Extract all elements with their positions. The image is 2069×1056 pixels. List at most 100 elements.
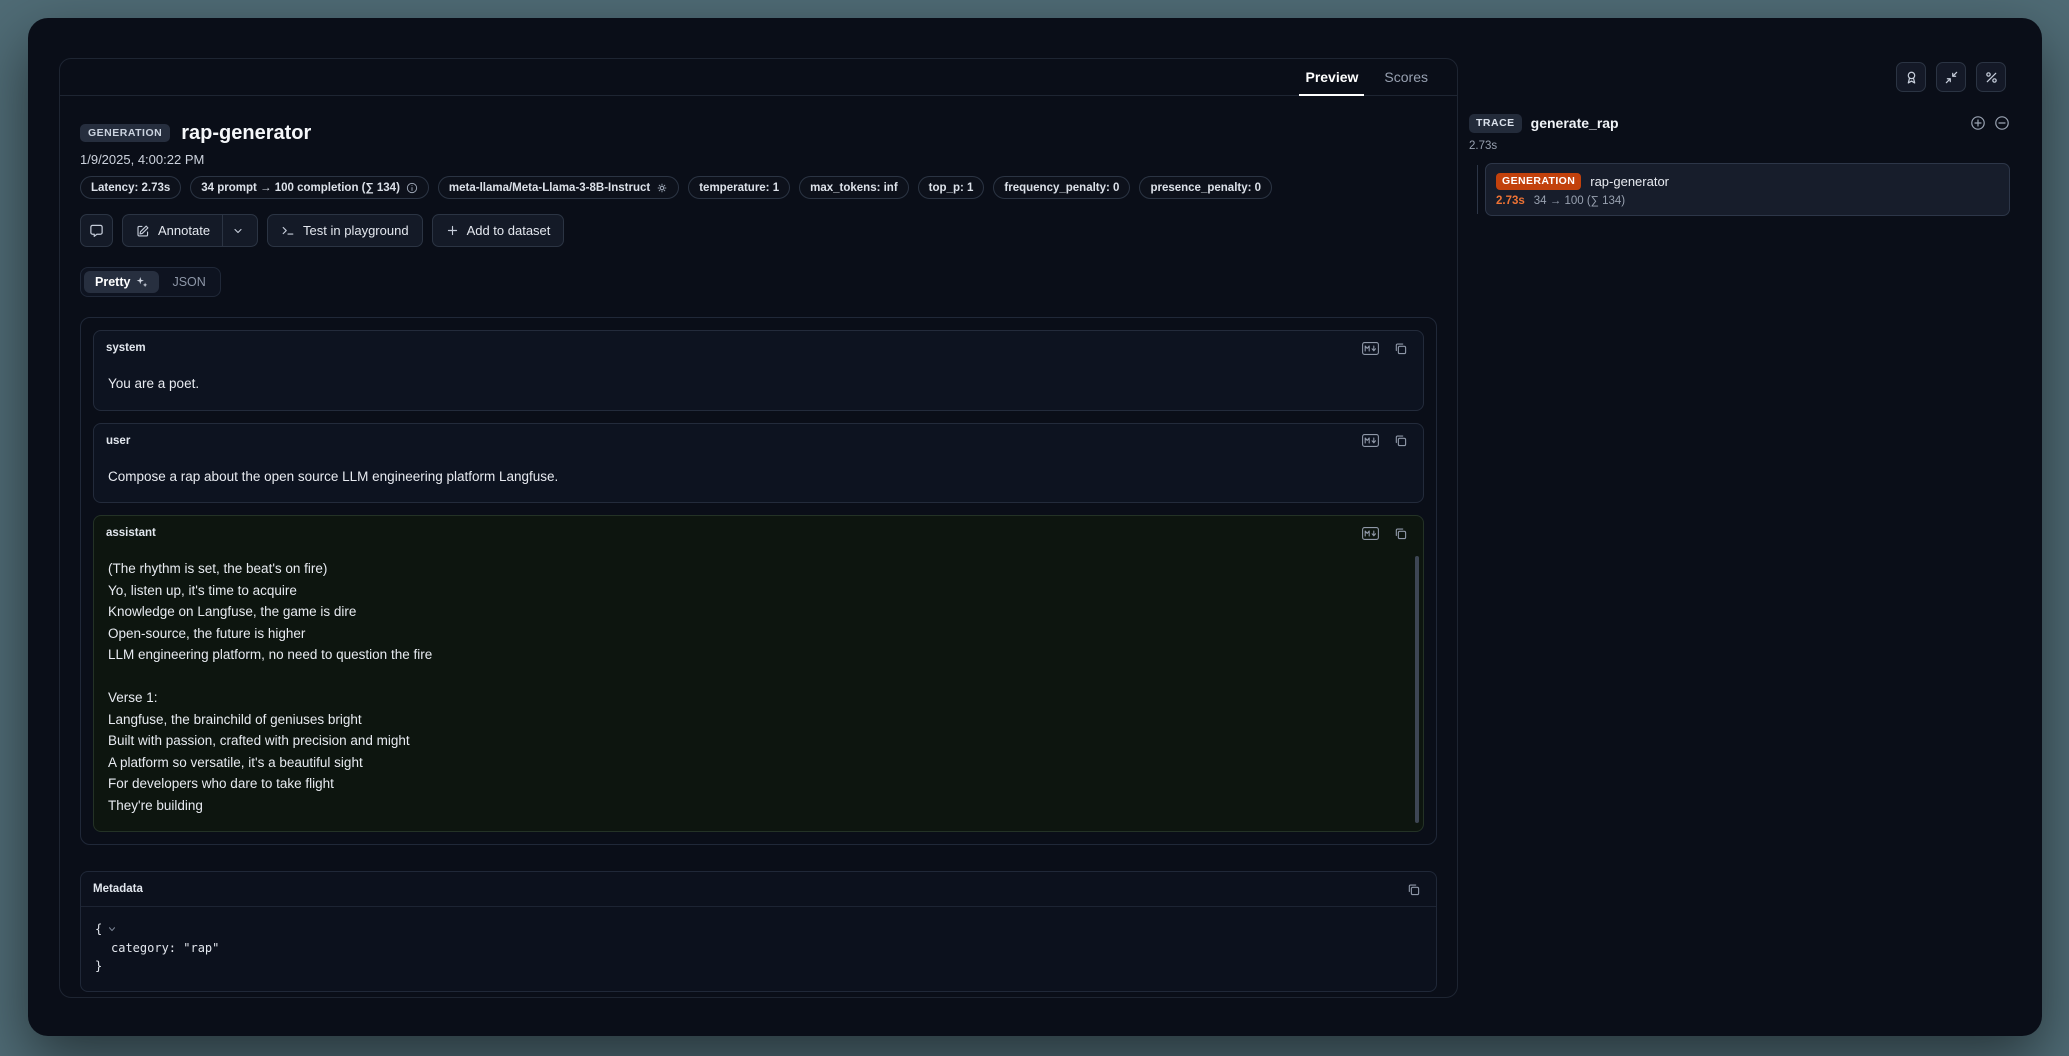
markdown-toggle-icon[interactable]	[1359, 432, 1381, 450]
collapse-icon	[1944, 70, 1959, 85]
metadata-json-viewer: { category: "rap" }	[81, 907, 1436, 991]
generation-type-badge: GENERATION	[1496, 173, 1581, 190]
presence-penalty-pill: presence_penalty: 0	[1139, 176, 1272, 199]
percent-metrics-button[interactable]	[1976, 62, 2006, 92]
copy-icon[interactable]	[1389, 524, 1411, 542]
metadata-card: Metadata { category: "rap" }	[80, 871, 1437, 992]
assistant-message-actions	[1359, 524, 1411, 542]
trace-tree-sidebar: TRACE generate_rap 2.73s GENERATION rap-…	[1469, 114, 2010, 216]
assistant-role-label: assistant	[106, 527, 156, 539]
frequency-penalty-pill-label: frequency_penalty: 0	[1004, 182, 1119, 194]
tab-scores-label: Scores	[1384, 69, 1428, 85]
trace-duration: 2.73s	[1469, 140, 2010, 152]
system-message-header: system	[94, 331, 1423, 364]
observation-body: GENERATION rap-generator 1/9/2025, 4:00:…	[60, 96, 1457, 997]
add-to-dataset-label: Add to dataset	[467, 223, 551, 238]
award-icon	[1904, 70, 1919, 85]
annotation-queue-button[interactable]	[1896, 62, 1926, 92]
user-message-card: user Compose a rap about the open source…	[93, 423, 1424, 504]
top-p-pill-label: top_p: 1	[929, 182, 974, 194]
annotate-button[interactable]: Annotate	[122, 214, 258, 247]
collapse-panel-button[interactable]	[1936, 62, 1966, 92]
copy-icon[interactable]	[1389, 432, 1411, 450]
comment-button[interactable]	[80, 214, 113, 247]
collapse-all-icon[interactable]	[1994, 115, 2010, 131]
preview-scores-tabbar: Preview Scores	[60, 59, 1457, 96]
token-usage-pill-label: 34 prompt → 100 completion (∑ 134)	[201, 182, 400, 194]
json-open-brace: {	[95, 920, 102, 939]
tab-preview-label: Preview	[1305, 69, 1358, 85]
sparkles-icon	[136, 276, 148, 288]
toggle-pretty-label: Pretty	[95, 275, 130, 289]
markdown-toggle-icon[interactable]	[1359, 339, 1381, 357]
assistant-message-card: assistant (The rhythm is set, the beat's…	[93, 515, 1424, 832]
top-p-pill: top_p: 1	[918, 176, 985, 199]
toggle-json-label: JSON	[172, 275, 205, 289]
node-title-row: GENERATION rap-generator	[1496, 173, 1999, 190]
toggle-pretty[interactable]: Pretty	[84, 271, 159, 293]
node-token-counts: 34 → 100 (∑ 134)	[1534, 195, 1625, 207]
system-message-card: system You are a poet.	[93, 330, 1424, 411]
terminal-icon	[281, 224, 295, 238]
tab-preview[interactable]: Preview	[1292, 59, 1371, 95]
render-mode-toggle: Pretty JSON	[80, 267, 221, 297]
trace-root-label-group: TRACE generate_rap	[1469, 114, 1619, 133]
token-usage-info-icon[interactable]	[406, 182, 418, 194]
node-metrics-row: 2.73s 34 → 100 (∑ 134)	[1496, 195, 1999, 207]
annotate-button-label: Annotate	[158, 223, 210, 238]
metadata-copy-icon[interactable]	[1402, 880, 1424, 898]
messages-container: system You are a poet.	[80, 317, 1437, 845]
temperature-pill-label: temperature: 1	[699, 182, 779, 194]
node-duration: 2.73s	[1496, 195, 1525, 207]
json-category-line: category: "rap"	[95, 939, 1422, 958]
observation-detail-panel: Preview Scores GENERATION rap-generator …	[59, 58, 1458, 998]
test-in-playground-label: Test in playground	[303, 223, 409, 238]
expand-all-icon[interactable]	[1970, 115, 1986, 131]
generation-node-name: rap-generator	[1590, 174, 1669, 189]
annotate-pencil-icon	[136, 224, 150, 238]
plus-icon	[446, 224, 459, 237]
trace-type-badge: TRACE	[1469, 114, 1522, 133]
copy-icon[interactable]	[1389, 339, 1411, 357]
observation-header: GENERATION rap-generator	[80, 120, 1437, 146]
metadata-title: Metadata	[93, 883, 143, 895]
model-settings-icon[interactable]	[656, 182, 668, 194]
comment-icon	[89, 223, 104, 238]
test-in-playground-button[interactable]: Test in playground	[267, 214, 423, 247]
trace-view-controls	[1896, 62, 2006, 92]
generation-tree-node[interactable]: GENERATION rap-generator 2.73s 34 → 100 …	[1485, 163, 2010, 216]
system-message-actions	[1359, 339, 1411, 357]
presence-penalty-pill-label: presence_penalty: 0	[1150, 182, 1261, 194]
system-role-label: system	[106, 342, 146, 354]
json-close-brace-line: }	[95, 957, 1422, 976]
trace-tree-root[interactable]: TRACE generate_rap	[1469, 114, 2010, 133]
observation-attribute-pills: Latency: 2.73s 34 prompt → 100 completio…	[80, 176, 1437, 199]
latency-pill: Latency: 2.73s	[80, 176, 181, 199]
observation-title: rap-generator	[181, 122, 311, 145]
system-message-content: You are a poet.	[94, 364, 1423, 410]
assistant-message-header: assistant	[94, 516, 1423, 549]
observation-toolbar: Annotate Test in playground Add to data	[80, 214, 1437, 247]
annotate-dropdown-chevron[interactable]	[222, 215, 244, 246]
trace-name: generate_rap	[1531, 115, 1619, 131]
model-pill: meta-llama/Meta-Llama-3-8B-Instruct	[438, 176, 679, 199]
json-collapse-chevron-icon[interactable]	[107, 924, 117, 934]
markdown-toggle-icon[interactable]	[1359, 524, 1381, 542]
user-message-actions	[1359, 432, 1411, 450]
temperature-pill: temperature: 1	[688, 176, 790, 199]
metadata-header: Metadata	[81, 872, 1436, 907]
user-message-content: Compose a rap about the open source LLM …	[94, 457, 1423, 503]
add-to-dataset-button[interactable]: Add to dataset	[432, 214, 565, 247]
observation-type-badge: GENERATION	[80, 124, 170, 143]
assistant-message-content: (The rhythm is set, the beat's on fire) …	[94, 549, 1423, 831]
percent-icon	[1984, 70, 1999, 85]
frequency-penalty-pill: frequency_penalty: 0	[993, 176, 1130, 199]
max-tokens-pill: max_tokens: inf	[799, 176, 909, 199]
tab-scores[interactable]: Scores	[1371, 59, 1441, 95]
user-role-label: user	[106, 435, 130, 447]
toggle-json[interactable]: JSON	[161, 271, 216, 293]
user-message-header: user	[94, 424, 1423, 457]
assistant-scrollbar-thumb[interactable]	[1415, 556, 1419, 823]
langfuse-trace-window: Preview Scores GENERATION rap-generator …	[28, 18, 2042, 1036]
model-pill-label: meta-llama/Meta-Llama-3-8B-Instruct	[449, 182, 650, 194]
